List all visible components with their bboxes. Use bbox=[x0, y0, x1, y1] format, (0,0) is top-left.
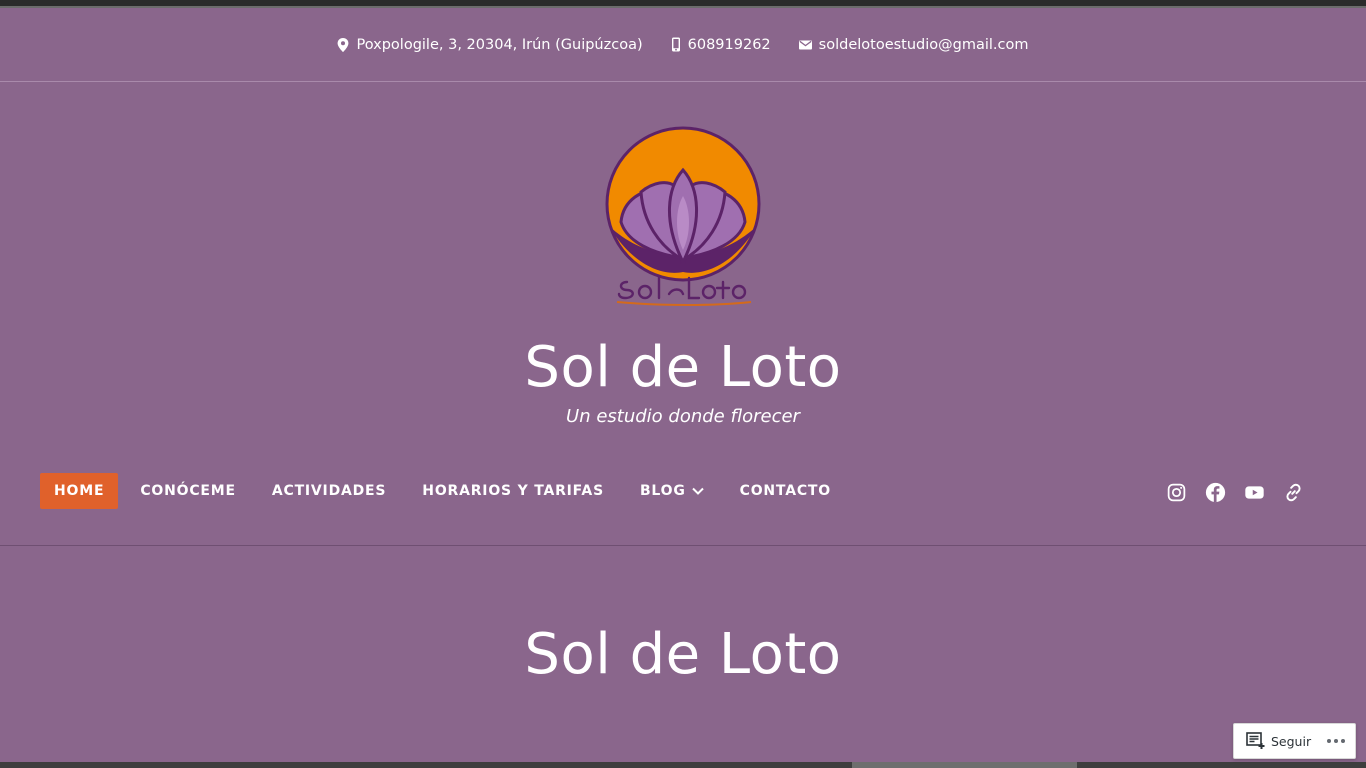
nav-item-label: HORARIOS Y TARIFAS bbox=[422, 483, 604, 499]
nav-item-horarios-tarifas[interactable]: HORARIOS Y TARIFAS bbox=[408, 473, 618, 509]
mail-icon bbox=[798, 40, 812, 49]
reader-follow-icon[interactable] bbox=[1246, 732, 1266, 750]
nav-item-label: HOME bbox=[54, 483, 105, 499]
social-links bbox=[1166, 480, 1304, 504]
nav-item-contacto[interactable]: CONTACTO bbox=[726, 473, 845, 509]
nav-item-conoceme[interactable]: CONÓCEME bbox=[126, 473, 250, 509]
contact-phone[interactable]: 608919262 bbox=[671, 37, 771, 53]
follow-widget: Seguir bbox=[1233, 723, 1356, 759]
contact-email[interactable]: soldelotoestudio@gmail.com bbox=[798, 37, 1029, 53]
nav-item-actividades[interactable]: ACTIVIDADES bbox=[258, 473, 400, 509]
browser-top-edge bbox=[0, 0, 1366, 8]
follow-button[interactable]: Seguir bbox=[1271, 734, 1311, 749]
phone-icon bbox=[671, 37, 680, 52]
contact-address: Poxpologile, 3, 20304, Irún (Guipúzcoa) bbox=[337, 36, 643, 53]
contact-bar: Poxpologile, 3, 20304, Irún (Guipúzcoa) … bbox=[0, 8, 1366, 82]
site-tagline: Un estudio donde florecer bbox=[566, 406, 800, 427]
nav-item-blog[interactable]: BLOG bbox=[626, 473, 718, 509]
main-navigation: HOME CONÓCEME ACTIVIDADES HORARIOS Y TAR… bbox=[40, 473, 853, 509]
header-divider bbox=[0, 545, 1366, 546]
phone-text[interactable]: 608919262 bbox=[688, 37, 771, 53]
nav-item-label: CONTACTO bbox=[739, 483, 831, 499]
site-logo[interactable] bbox=[603, 126, 763, 306]
site-title[interactable]: Sol de Loto bbox=[0, 334, 1366, 402]
link-icon[interactable] bbox=[1283, 482, 1304, 503]
instagram-icon[interactable] bbox=[1166, 482, 1187, 503]
content-image-highlight bbox=[852, 762, 1077, 768]
nav-item-label: CONÓCEME bbox=[140, 483, 236, 499]
nav-item-label: ACTIVIDADES bbox=[271, 483, 387, 499]
chevron-down-icon bbox=[691, 487, 704, 495]
facebook-icon[interactable] bbox=[1205, 482, 1226, 503]
page-title: Sol de Loto bbox=[524, 622, 842, 687]
lotus-sun-logo-icon bbox=[605, 126, 761, 306]
email-text[interactable]: soldelotoestudio@gmail.com bbox=[819, 37, 1029, 53]
location-pin-icon bbox=[338, 37, 349, 52]
nav-item-label: BLOG bbox=[639, 483, 686, 499]
content-image-edge bbox=[0, 762, 1366, 768]
youtube-icon[interactable] bbox=[1244, 482, 1265, 503]
nav-item-home[interactable]: HOME bbox=[40, 473, 119, 509]
address-text: Poxpologile, 3, 20304, Irún (Guipúzcoa) bbox=[356, 36, 643, 53]
more-options-icon[interactable] bbox=[1327, 739, 1345, 743]
